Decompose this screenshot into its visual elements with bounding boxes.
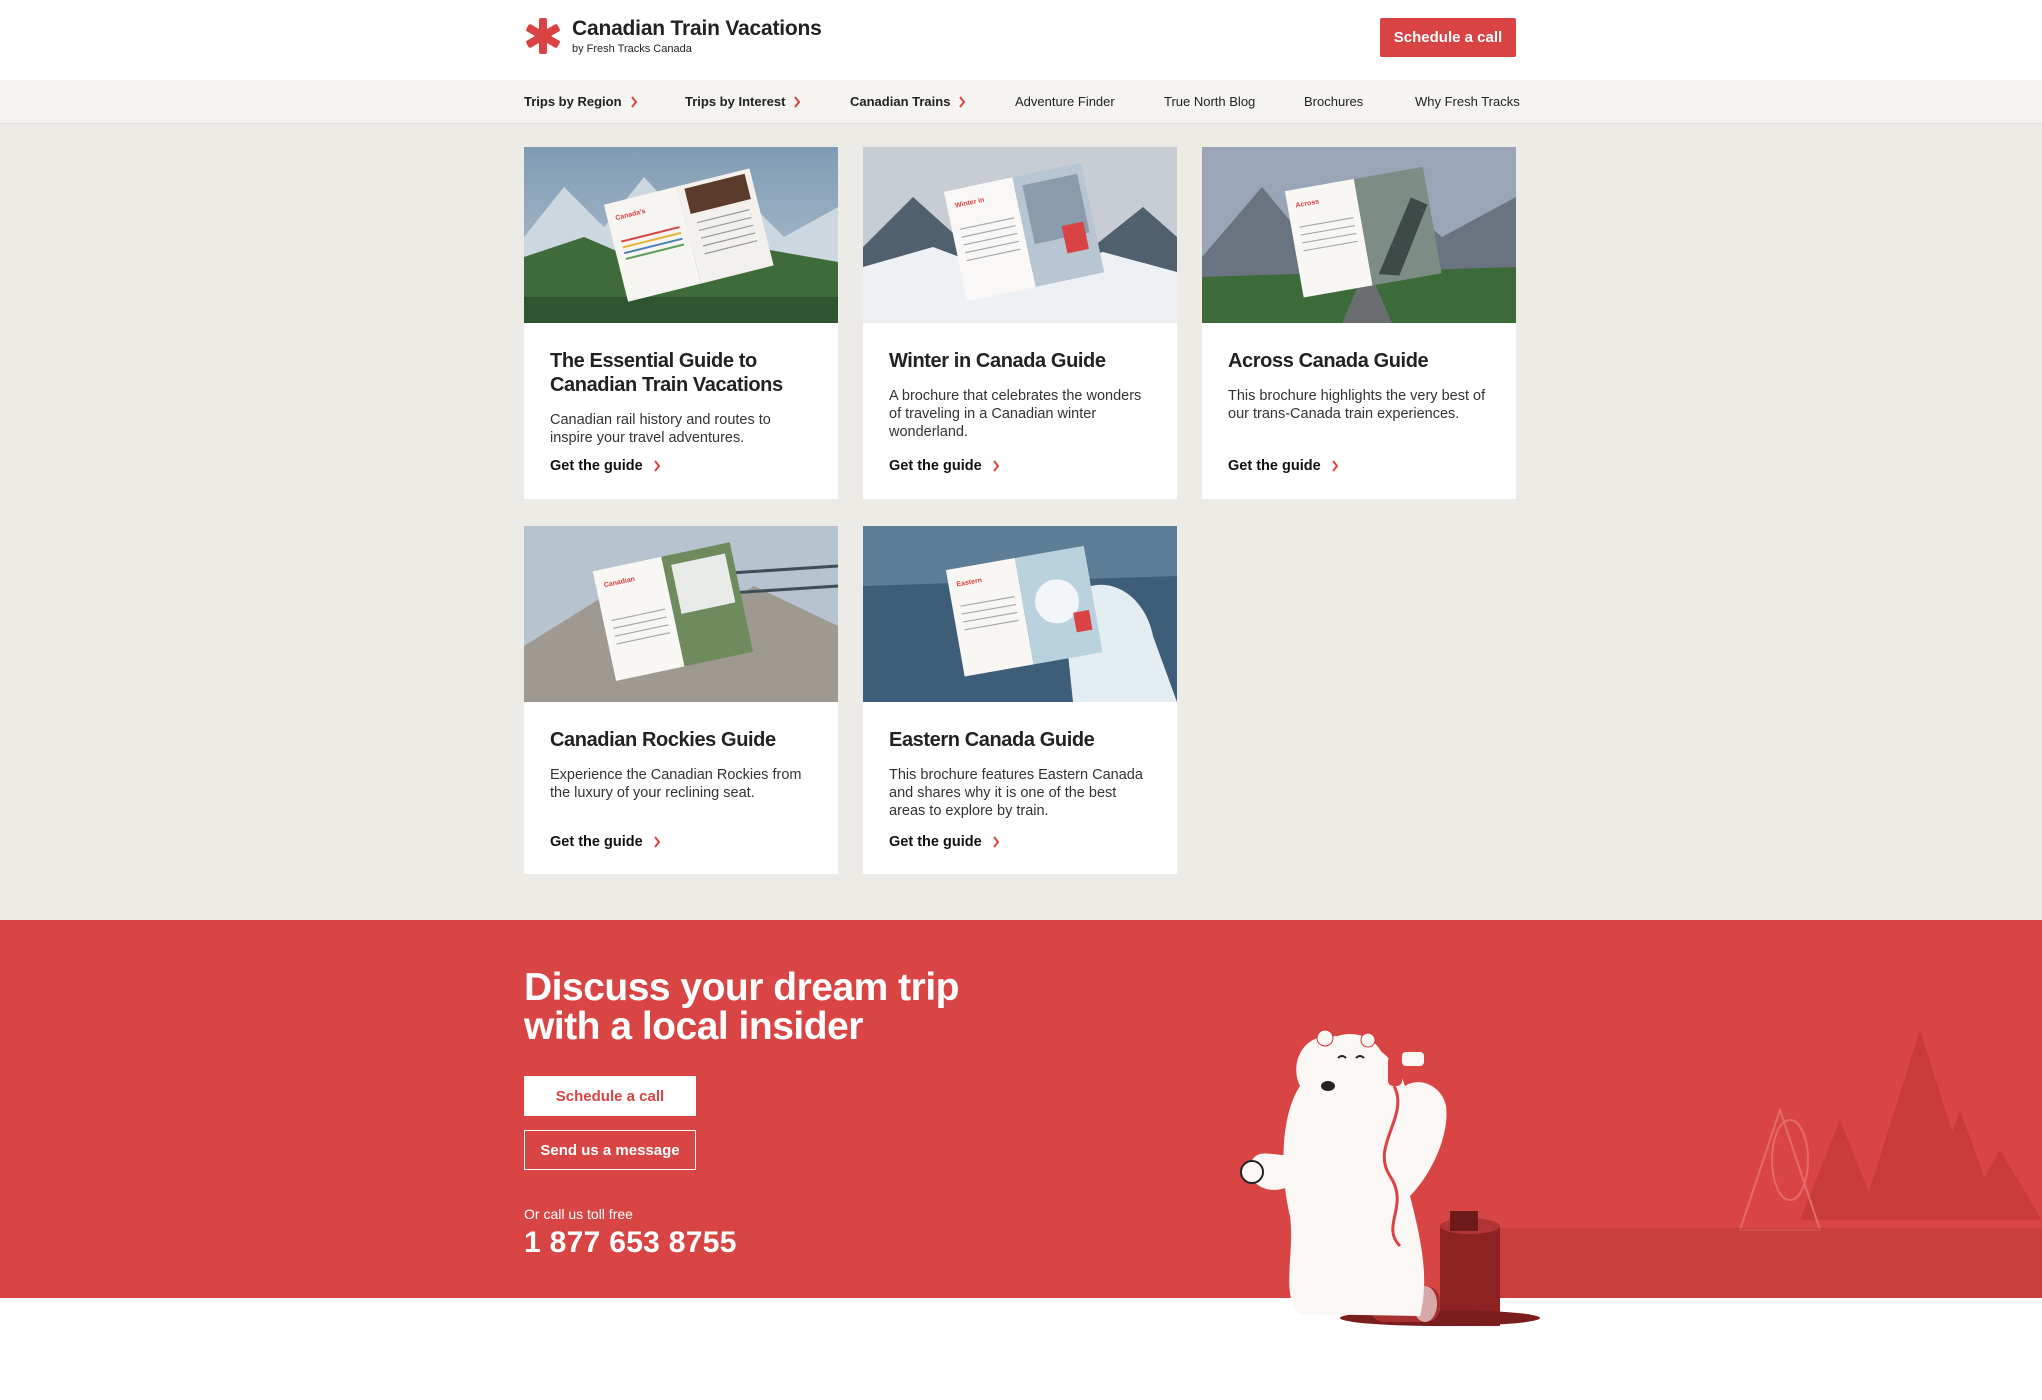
cta-heading-line: Discuss your dream trip: [524, 966, 959, 1009]
get-guide-link[interactable]: Get the guide: [889, 458, 1000, 474]
chevron-right-icon: [653, 460, 660, 472]
nav-label: Canadian Trains: [850, 94, 951, 109]
get-guide-link[interactable]: Get the guide: [1228, 458, 1339, 474]
get-guide-label: Get the guide: [550, 834, 643, 850]
chevron-right-icon: [794, 95, 801, 108]
guide-card[interactable]: Winter in Winter in Canada Guide A broch…: [863, 147, 1177, 499]
maple-asterisk-icon: [526, 18, 560, 54]
get-guide-link[interactable]: Get the guide: [550, 458, 661, 474]
nav-brochures[interactable]: Brochures: [1304, 94, 1363, 109]
brand-subtitle: by Fresh Tracks Canada: [572, 43, 692, 55]
guide-description: This brochure features Eastern Canada an…: [889, 767, 1143, 819]
brand-title: Canadian Train Vacations: [572, 17, 822, 40]
schedule-call-button[interactable]: Schedule a call: [1380, 18, 1516, 57]
get-guide-label: Get the guide: [1228, 458, 1321, 474]
guide-title: Canadian Rockies Guide: [550, 729, 776, 751]
guide-card[interactable]: Canadian Canadian Rockies Guide Experien…: [524, 526, 838, 874]
guide-title: Eastern Canada Guide: [889, 729, 1095, 751]
guide-description: Experience the Canadian Rockies from the…: [550, 767, 802, 801]
get-guide-link[interactable]: Get the guide: [550, 834, 661, 850]
nav-true-north-blog[interactable]: True North Blog: [1164, 94, 1255, 109]
get-guide-label: Get the guide: [889, 834, 982, 850]
send-message-button[interactable]: Send us a message: [524, 1130, 696, 1170]
chevron-right-icon: [992, 836, 999, 848]
guide-title: The Essential Guide to Canadian Train Va…: [550, 350, 783, 396]
nav-why-fresh-tracks[interactable]: Why Fresh Tracks: [1415, 94, 1520, 109]
nav-adventure-finder[interactable]: Adventure Finder: [1015, 94, 1115, 109]
brand-logo[interactable]: Canadian Train Vacations by Fresh Tracks…: [524, 16, 822, 56]
guide-card[interactable]: Canada's The Essential Guide to Canadian…: [524, 147, 838, 499]
guide-title: Winter in Canada Guide: [889, 350, 1106, 372]
guide-cover-image: Across: [1202, 147, 1516, 323]
get-guide-link[interactable]: Get the guide: [889, 834, 1000, 850]
cta-heading-line: with a local insider: [524, 1005, 863, 1048]
main-nav: Trips by Region Trips by Interest Canadi…: [0, 80, 2042, 124]
guide-description: Canadian rail history and routes to insp…: [550, 412, 771, 446]
site-header: Canadian Train Vacations by Fresh Tracks…: [0, 0, 2042, 80]
nav-label: Trips by Interest: [685, 94, 786, 109]
polar-bear-illustration: [1240, 1029, 1540, 1326]
guide-card[interactable]: Across Across Canada Guide This brochure…: [1202, 147, 1516, 499]
guide-description: A brochure that celebrates the wonders o…: [889, 388, 1142, 440]
nav-canadian-trains[interactable]: Canadian Trains: [850, 94, 966, 109]
toll-free-label: Or call us toll free: [524, 1206, 633, 1222]
nav-label: Trips by Region: [524, 94, 622, 109]
guide-cover-image: Canadian: [524, 526, 838, 702]
get-guide-label: Get the guide: [889, 458, 982, 474]
phone-number[interactable]: 1 877 653 8755: [524, 1226, 737, 1260]
guide-title: Across Canada Guide: [1228, 350, 1429, 372]
chevron-right-icon: [1331, 460, 1338, 472]
chevron-right-icon: [959, 95, 966, 108]
nav-trips-by-region[interactable]: Trips by Region: [524, 94, 638, 109]
contact-cta-section: Discuss your dream trip with a local ins…: [0, 920, 2042, 1298]
brochures-section: Canada's The Essential Guide to Canadian…: [0, 124, 2042, 920]
guide-cover-image: Winter in: [863, 147, 1177, 323]
guide-card[interactable]: Eastern Eastern Canada Guide This brochu…: [863, 526, 1177, 874]
guide-cover-image: Eastern: [863, 526, 1177, 702]
schedule-call-button[interactable]: Schedule a call: [524, 1076, 696, 1116]
guide-cover-image: Canada's: [524, 147, 838, 323]
chevron-right-icon: [653, 836, 660, 848]
get-guide-label: Get the guide: [550, 458, 643, 474]
chevron-right-icon: [630, 95, 637, 108]
chevron-right-icon: [992, 460, 999, 472]
cta-heading: Discuss your dream trip with a local ins…: [524, 968, 959, 1046]
nav-trips-by-interest[interactable]: Trips by Interest: [685, 94, 801, 109]
guide-description: This brochure highlights the very best o…: [1228, 388, 1486, 422]
